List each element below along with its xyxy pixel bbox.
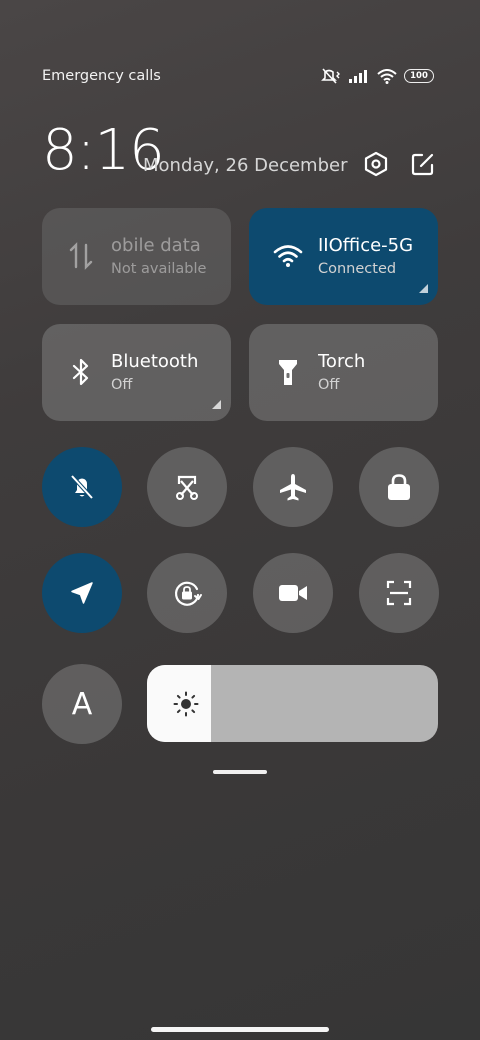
toggle-rotation-lock[interactable] (147, 553, 227, 633)
sun-icon (173, 691, 199, 717)
bluetooth-icon (66, 357, 96, 387)
tile-title: IIOffice-5G (318, 235, 414, 256)
status-icons: 100 (321, 68, 434, 84)
wifi-icon (377, 68, 397, 84)
toggle-lock[interactable] (359, 447, 439, 527)
tile-title: obile data (111, 235, 201, 256)
lock-icon (388, 474, 410, 500)
status-bar: Emergency calls o 100 (42, 64, 434, 88)
torch-icon (273, 357, 303, 387)
screenshot-icon (176, 475, 198, 500)
toggle-location[interactable] (42, 553, 122, 633)
settings-button[interactable] (362, 150, 390, 178)
wifi-icon (273, 241, 303, 271)
auto-brightness-button[interactable]: A (42, 664, 122, 744)
home-indicator[interactable] (151, 1027, 329, 1032)
tile-wifi[interactable]: IIOffice-5G Connected (249, 208, 438, 305)
tile-subtitle: Off (111, 377, 133, 393)
panel-drag-handle[interactable] (213, 770, 267, 774)
settings-hex-icon (364, 151, 388, 177)
mobile-data-icon (66, 241, 96, 271)
rotation-lock-icon (174, 581, 202, 606)
tile-bluetooth[interactable]: Bluetooth Off (42, 324, 231, 421)
toggle-screen-record[interactable] (253, 553, 333, 633)
bell-off-icon (70, 474, 94, 500)
tile-mobile-data[interactable]: obile data Not available (42, 208, 231, 305)
edit-button[interactable] (409, 150, 437, 178)
carrier-text: Emergency calls o (42, 68, 164, 84)
location-arrow-icon (71, 582, 93, 604)
tile-title: Bluetooth (111, 351, 199, 372)
expand-corner-icon[interactable] (419, 284, 428, 293)
expand-corner-icon[interactable] (212, 400, 221, 409)
toggle-scanner[interactable] (359, 553, 439, 633)
date: Monday, 26 December (143, 155, 348, 176)
auto-brightness-label: A (71, 686, 93, 722)
scan-icon (386, 580, 412, 606)
brightness-slider[interactable] (147, 665, 438, 742)
toggle-mute[interactable] (42, 447, 122, 527)
tile-subtitle: Connected (318, 261, 397, 277)
battery-icon: 100 (404, 69, 434, 83)
edit-icon (411, 153, 434, 176)
airplane-icon (280, 474, 306, 501)
silent-vibrate-icon (321, 68, 340, 84)
tile-title: Torch (318, 351, 366, 372)
signal-icon (349, 70, 367, 83)
toggle-screenshot[interactable] (147, 447, 227, 527)
toggle-airplane[interactable] (253, 447, 333, 527)
tile-subtitle: Not available (111, 261, 207, 277)
tile-torch[interactable]: Torch Off (249, 324, 438, 421)
video-camera-icon (279, 585, 307, 601)
tile-subtitle: Off (318, 377, 340, 393)
